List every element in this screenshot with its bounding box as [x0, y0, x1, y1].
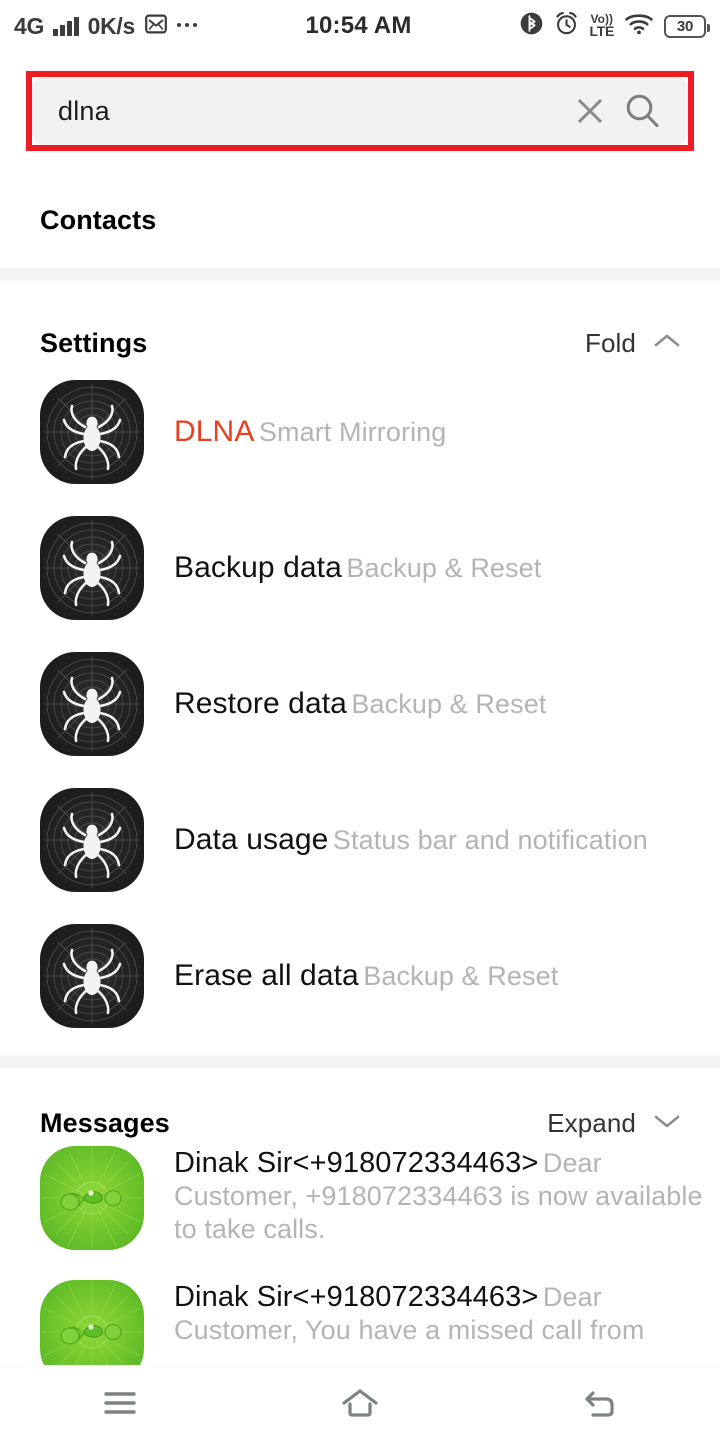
spider-app-icon [40, 652, 144, 756]
list-item-text: DLNA Smart Mirroring [144, 414, 720, 449]
list-item-text: Restore data Backup & Reset [144, 686, 720, 721]
settings-fold-toggle[interactable]: Fold [585, 328, 682, 359]
message-envelope-icon [144, 12, 168, 41]
list-item-title: Data usage [174, 823, 328, 856]
list-item-title: Backup data [174, 551, 342, 584]
spider-app-icon [40, 788, 144, 892]
chevron-up-icon[interactable] [652, 331, 682, 356]
bluetooth-icon [519, 11, 544, 41]
volte-bottom-label: LTE [589, 25, 614, 38]
list-item-title: Restore data [174, 687, 347, 720]
list-item-title: Dinak Sir<+918072334463> [174, 1281, 538, 1313]
network-type-label: 4G [14, 15, 44, 38]
status-bar-left: 4G 0K/s [14, 12, 197, 41]
list-item-title: DLNA [174, 415, 254, 448]
green-leaf-app-icon [40, 1146, 144, 1250]
spider-app-icon [40, 924, 144, 1028]
settings-section-title: Settings [40, 328, 147, 359]
menu-hamburger-icon[interactable] [60, 1366, 180, 1440]
spider-app-icon [40, 516, 144, 620]
status-bar-clock: 10:54 AM [305, 12, 411, 40]
volte-icon: Vo)) LTE [589, 14, 614, 39]
list-item-subtitle: Backup & Reset [363, 961, 558, 991]
bottom-navigation-bar [0, 1365, 720, 1440]
list-item-title: Dinak Sir<+918072334463> [174, 1147, 538, 1179]
search-bar-annotation-box: dlna [26, 71, 694, 151]
section-divider [0, 1055, 720, 1068]
settings-results-list: DLNA Smart Mirroring [0, 364, 720, 1044]
status-bar-right: Vo)) LTE 30 [519, 11, 706, 41]
list-item-text: Dinak Sir<+918072334463> Dear Customer, … [144, 1146, 720, 1246]
battery-level-label: 30 [677, 18, 693, 35]
list-item-subtitle: Status bar and notification [333, 825, 648, 855]
list-item-text: Erase all data Backup & Reset [144, 958, 720, 993]
more-dots-icon [177, 23, 198, 30]
contacts-section: Contacts [0, 172, 720, 268]
list-item[interactable]: Restore data Backup & Reset [0, 636, 720, 772]
close-x-icon[interactable] [564, 85, 616, 137]
data-speed-label: 0K/s [88, 15, 135, 38]
list-item[interactable]: Data usage Status bar and notification [0, 772, 720, 908]
list-item-subtitle: Backup & Reset [351, 689, 546, 719]
search-input[interactable]: dlna [58, 96, 564, 127]
list-item[interactable]: DLNA Smart Mirroring [0, 364, 720, 500]
wifi-icon [624, 12, 654, 41]
status-bar-center: 10:54 AM [197, 12, 519, 40]
list-item-subtitle: Smart Mirroring [259, 417, 447, 447]
list-item-title: Erase all data [174, 959, 359, 992]
signal-bars-icon [53, 16, 79, 36]
list-item-text: Dinak Sir<+918072334463> Dear Customer, … [144, 1280, 720, 1347]
alarm-clock-icon [554, 11, 579, 41]
messages-section-title: Messages [40, 1108, 170, 1139]
messages-expand-toggle[interactable]: Expand [547, 1108, 682, 1139]
list-item-text: Backup data Backup & Reset [144, 550, 720, 585]
status-bar: 4G 0K/s 10:54 AM [0, 0, 720, 52]
chevron-down-icon[interactable] [652, 1111, 682, 1136]
search-magnifier-icon[interactable] [616, 85, 668, 137]
home-icon[interactable] [300, 1366, 420, 1440]
phone-screen: 4G 0K/s 10:54 AM [0, 0, 720, 1440]
list-item-text: Data usage Status bar and notification [144, 822, 720, 857]
list-item[interactable]: Backup data Backup & Reset [0, 500, 720, 636]
list-item-subtitle: Backup & Reset [346, 553, 541, 583]
search-bar[interactable]: dlna [32, 77, 688, 145]
back-arrow-icon[interactable] [540, 1366, 660, 1440]
list-item[interactable]: Erase all data Backup & Reset [0, 908, 720, 1044]
battery-icon: 30 [664, 15, 706, 38]
settings-fold-label: Fold [585, 328, 636, 359]
contacts-section-title: Contacts [40, 205, 156, 236]
spider-app-icon [40, 380, 144, 484]
messages-expand-label: Expand [547, 1108, 636, 1139]
list-item[interactable]: Dinak Sir<+918072334463> Dear Customer, … [0, 1144, 720, 1278]
section-divider [0, 268, 720, 281]
